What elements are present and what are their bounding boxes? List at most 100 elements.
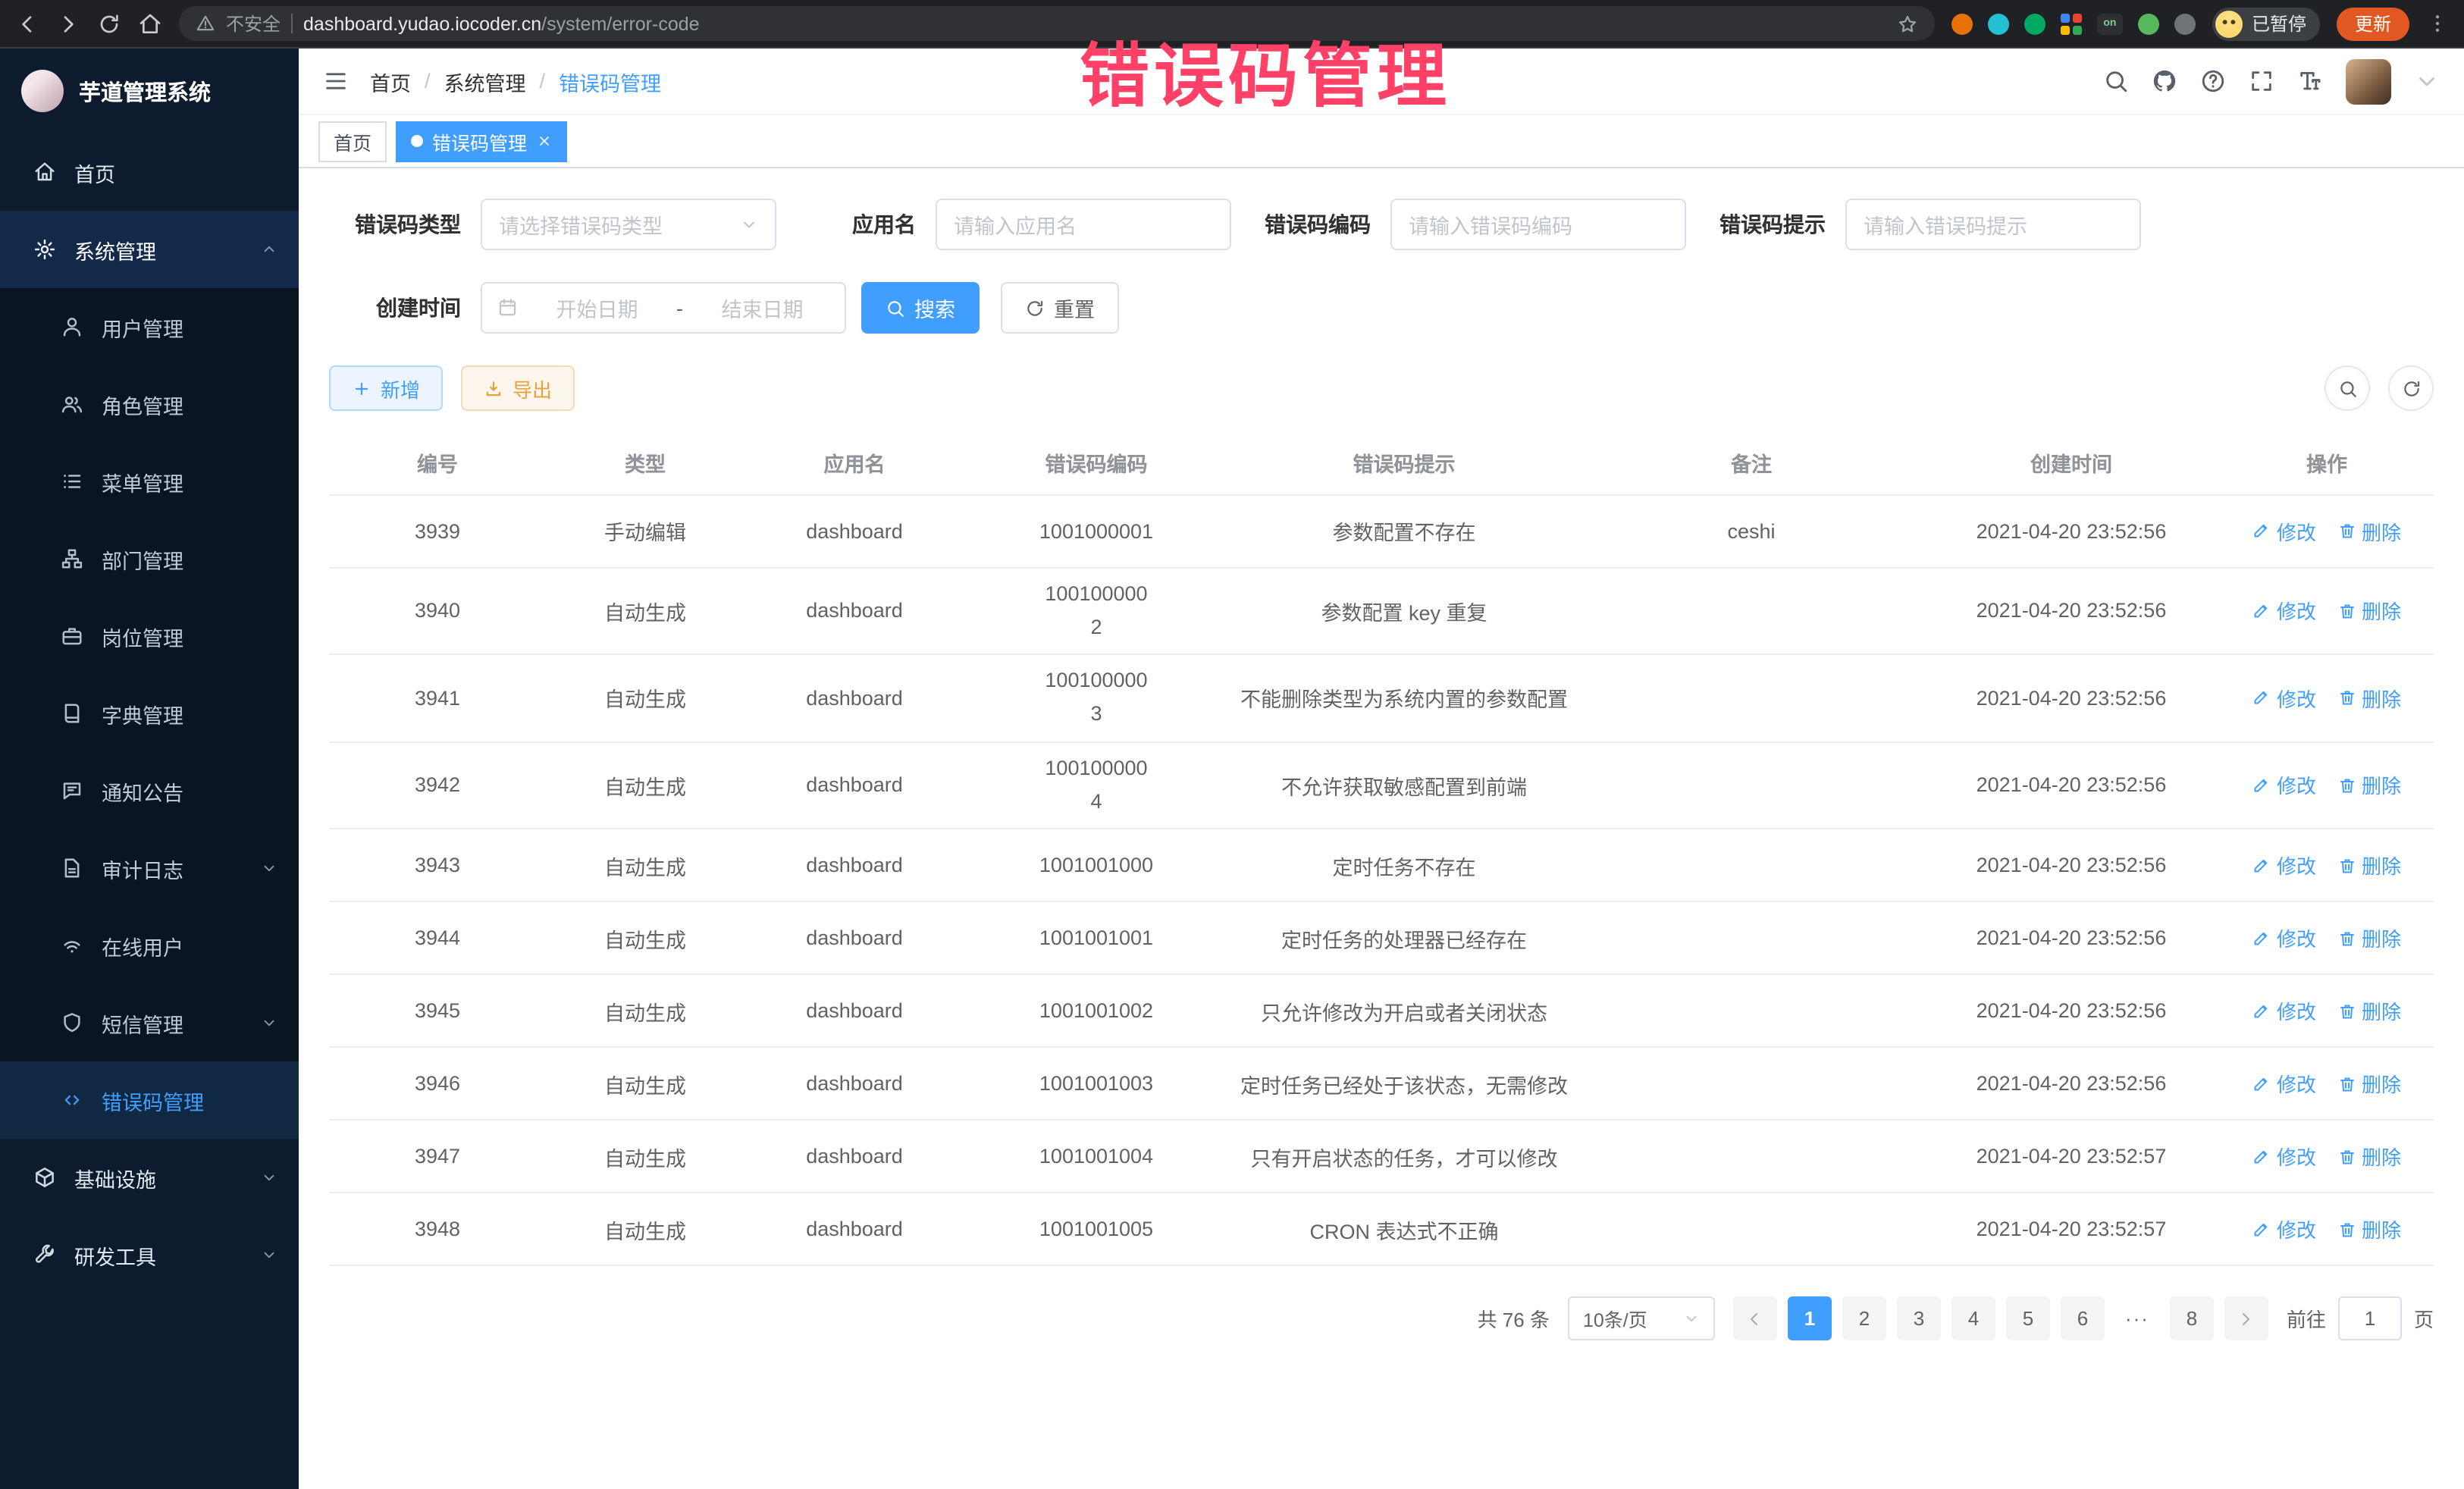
- sidebar-item-label: 角色管理: [102, 389, 183, 419]
- prev-page-button[interactable]: [1733, 1296, 1777, 1340]
- breadcrumb-item[interactable]: 错误码管理: [559, 66, 661, 96]
- edit-link[interactable]: 修改: [2252, 516, 2316, 545]
- edit-link[interactable]: 修改: [2252, 771, 2316, 800]
- trash-icon: [2337, 1220, 2356, 1238]
- browser-home-icon[interactable]: [138, 11, 162, 36]
- delete-link[interactable]: 删除: [2337, 1069, 2401, 1098]
- extension-orange-circle-icon[interactable]: [1951, 13, 1973, 34]
- browser-forward-icon[interactable]: [56, 11, 80, 36]
- edit-link[interactable]: 修改: [2252, 851, 2316, 879]
- sidebar-item-system[interactable]: 系统管理: [0, 211, 299, 288]
- browser-update-button[interactable]: 更新: [2337, 7, 2409, 40]
- refresh-table-button[interactable]: [2388, 365, 2434, 411]
- delete-link[interactable]: 删除: [2337, 851, 2401, 879]
- address-bar[interactable]: 不安全 dashboard.yudao.iocoder.cn/system/er…: [179, 6, 1935, 41]
- sidebar-item-online-user[interactable]: 在线用户: [0, 907, 299, 984]
- edit-icon: [2252, 689, 2271, 707]
- search-icon[interactable]: [2103, 68, 2129, 94]
- edit-link[interactable]: 修改: [2252, 1215, 2316, 1243]
- edit-link[interactable]: 修改: [2252, 996, 2316, 1025]
- page-size-select[interactable]: 10条/页: [1568, 1296, 1715, 1340]
- user-avatar[interactable]: [2346, 58, 2391, 104]
- export-button[interactable]: 导出: [461, 365, 575, 411]
- close-icon[interactable]: [536, 133, 551, 149]
- delete-link[interactable]: 删除: [2337, 516, 2401, 545]
- sidebar-item-menu[interactable]: 菜单管理: [0, 443, 299, 520]
- pagination-page-3[interactable]: 3: [1897, 1296, 1941, 1340]
- table-row: 3946自动生成dashboard1001001003定时任务已经处于该状态，无…: [329, 1047, 2434, 1120]
- browser-menu-icon[interactable]: [2426, 12, 2449, 35]
- edit-link[interactable]: 修改: [2252, 923, 2316, 952]
- breadcrumb-item[interactable]: 首页: [370, 66, 411, 96]
- home-icon: [33, 161, 56, 183]
- url-host: dashboard.yudao.iocoder.cn: [303, 13, 541, 34]
- fullscreen-icon[interactable]: [2249, 68, 2274, 94]
- error-type-select[interactable]: 请选择错误码类型: [481, 199, 776, 250]
- sidebar-item-user[interactable]: 用户管理: [0, 288, 299, 365]
- search-button[interactable]: 搜索: [861, 282, 980, 334]
- pagination-page-1[interactable]: 1: [1788, 1296, 1832, 1340]
- delete-link[interactable]: 删除: [2337, 923, 2401, 952]
- delete-link[interactable]: 删除: [2337, 1142, 2401, 1171]
- goto-page-input[interactable]: [2338, 1296, 2402, 1340]
- sidebar-item-error-code[interactable]: 错误码管理: [0, 1061, 299, 1139]
- delete-link[interactable]: 删除: [2337, 771, 2401, 800]
- extension-on-badge-icon[interactable]: on: [2097, 13, 2123, 34]
- breadcrumb-item[interactable]: 系统管理: [444, 66, 526, 96]
- extension-teal-drop-icon[interactable]: [1988, 13, 2009, 34]
- cell-time: 2021-04-20 23:52:56: [1923, 741, 2220, 829]
- bookmark-star-icon[interactable]: [1897, 13, 1918, 34]
- pagination-page-2[interactable]: 2: [1842, 1296, 1886, 1340]
- error-msg-input[interactable]: 请输入错误码提示: [1845, 199, 2141, 250]
- help-icon[interactable]: [2200, 68, 2226, 94]
- tab-错误码管理[interactable]: 错误码管理: [396, 121, 566, 161]
- app-name-input[interactable]: 请输入应用名: [936, 199, 1231, 250]
- pagination-page-6[interactable]: 6: [2061, 1296, 2105, 1340]
- hamburger-icon[interactable]: [323, 68, 349, 94]
- sidebar-item-home[interactable]: 首页: [0, 133, 299, 211]
- next-page-button[interactable]: [2224, 1296, 2268, 1340]
- delete-link[interactable]: 删除: [2337, 1215, 2401, 1243]
- delete-link[interactable]: 删除: [2337, 684, 2401, 713]
- pagination-total: 共 76 条: [1478, 1304, 1550, 1333]
- pagination: 共 76 条 10条/页 123456···8 前往 页: [329, 1296, 2434, 1371]
- sidebar-item-dept[interactable]: 部门管理: [0, 520, 299, 597]
- tab-首页[interactable]: 首页: [318, 121, 387, 161]
- font-size-icon[interactable]: [2297, 68, 2323, 94]
- cell-id: 3940: [329, 567, 546, 654]
- sidebar-item-infra[interactable]: 基础设施: [0, 1139, 299, 1216]
- app-logo[interactable]: 芋道管理系统: [0, 49, 299, 133]
- pagination-page-5[interactable]: 5: [2006, 1296, 2050, 1340]
- github-icon[interactable]: [2152, 68, 2177, 94]
- chevron-down-icon[interactable]: [2414, 68, 2440, 94]
- sidebar-item-dict[interactable]: 字典管理: [0, 675, 299, 752]
- browser-reload-icon[interactable]: [97, 11, 121, 36]
- error-code-input[interactable]: 请输入错误码编码: [1390, 199, 1686, 250]
- pagination-more[interactable]: ···: [2115, 1296, 2159, 1340]
- extension-multicolor-grid-icon[interactable]: [2061, 13, 2082, 34]
- edit-link[interactable]: 修改: [2252, 1142, 2316, 1171]
- extension-gray-pin-icon[interactable]: [2174, 13, 2196, 34]
- edit-link[interactable]: 修改: [2252, 1069, 2316, 1098]
- toggle-search-button[interactable]: [2324, 365, 2370, 411]
- sidebar-item-audit-log[interactable]: 审计日志: [0, 829, 299, 907]
- extension-green-circle-icon[interactable]: [2024, 13, 2045, 34]
- delete-link[interactable]: 删除: [2337, 996, 2401, 1025]
- sidebar-item-dev-tools[interactable]: 研发工具: [0, 1216, 299, 1293]
- extension-light-green-icon[interactable]: [2138, 13, 2159, 34]
- delete-link[interactable]: 删除: [2337, 597, 2401, 625]
- add-button[interactable]: 新增: [329, 365, 443, 411]
- cell-code: 1001001002: [1039, 999, 1153, 1022]
- sidebar-item-role[interactable]: 角色管理: [0, 365, 299, 443]
- sidebar-item-notice[interactable]: 通知公告: [0, 752, 299, 829]
- browser-back-icon[interactable]: [15, 11, 39, 36]
- edit-link[interactable]: 修改: [2252, 684, 2316, 713]
- pagination-page-4[interactable]: 4: [1951, 1296, 1995, 1340]
- date-range-picker[interactable]: 开始日期 - 结束日期: [481, 282, 846, 334]
- edit-link[interactable]: 修改: [2252, 597, 2316, 625]
- profile-chip[interactable]: 已暂停: [2212, 7, 2320, 40]
- sidebar-item-sms[interactable]: 短信管理: [0, 984, 299, 1061]
- sidebar-item-post[interactable]: 岗位管理: [0, 597, 299, 675]
- reset-button[interactable]: 重置: [1001, 282, 1119, 334]
- pagination-page-8[interactable]: 8: [2170, 1296, 2214, 1340]
